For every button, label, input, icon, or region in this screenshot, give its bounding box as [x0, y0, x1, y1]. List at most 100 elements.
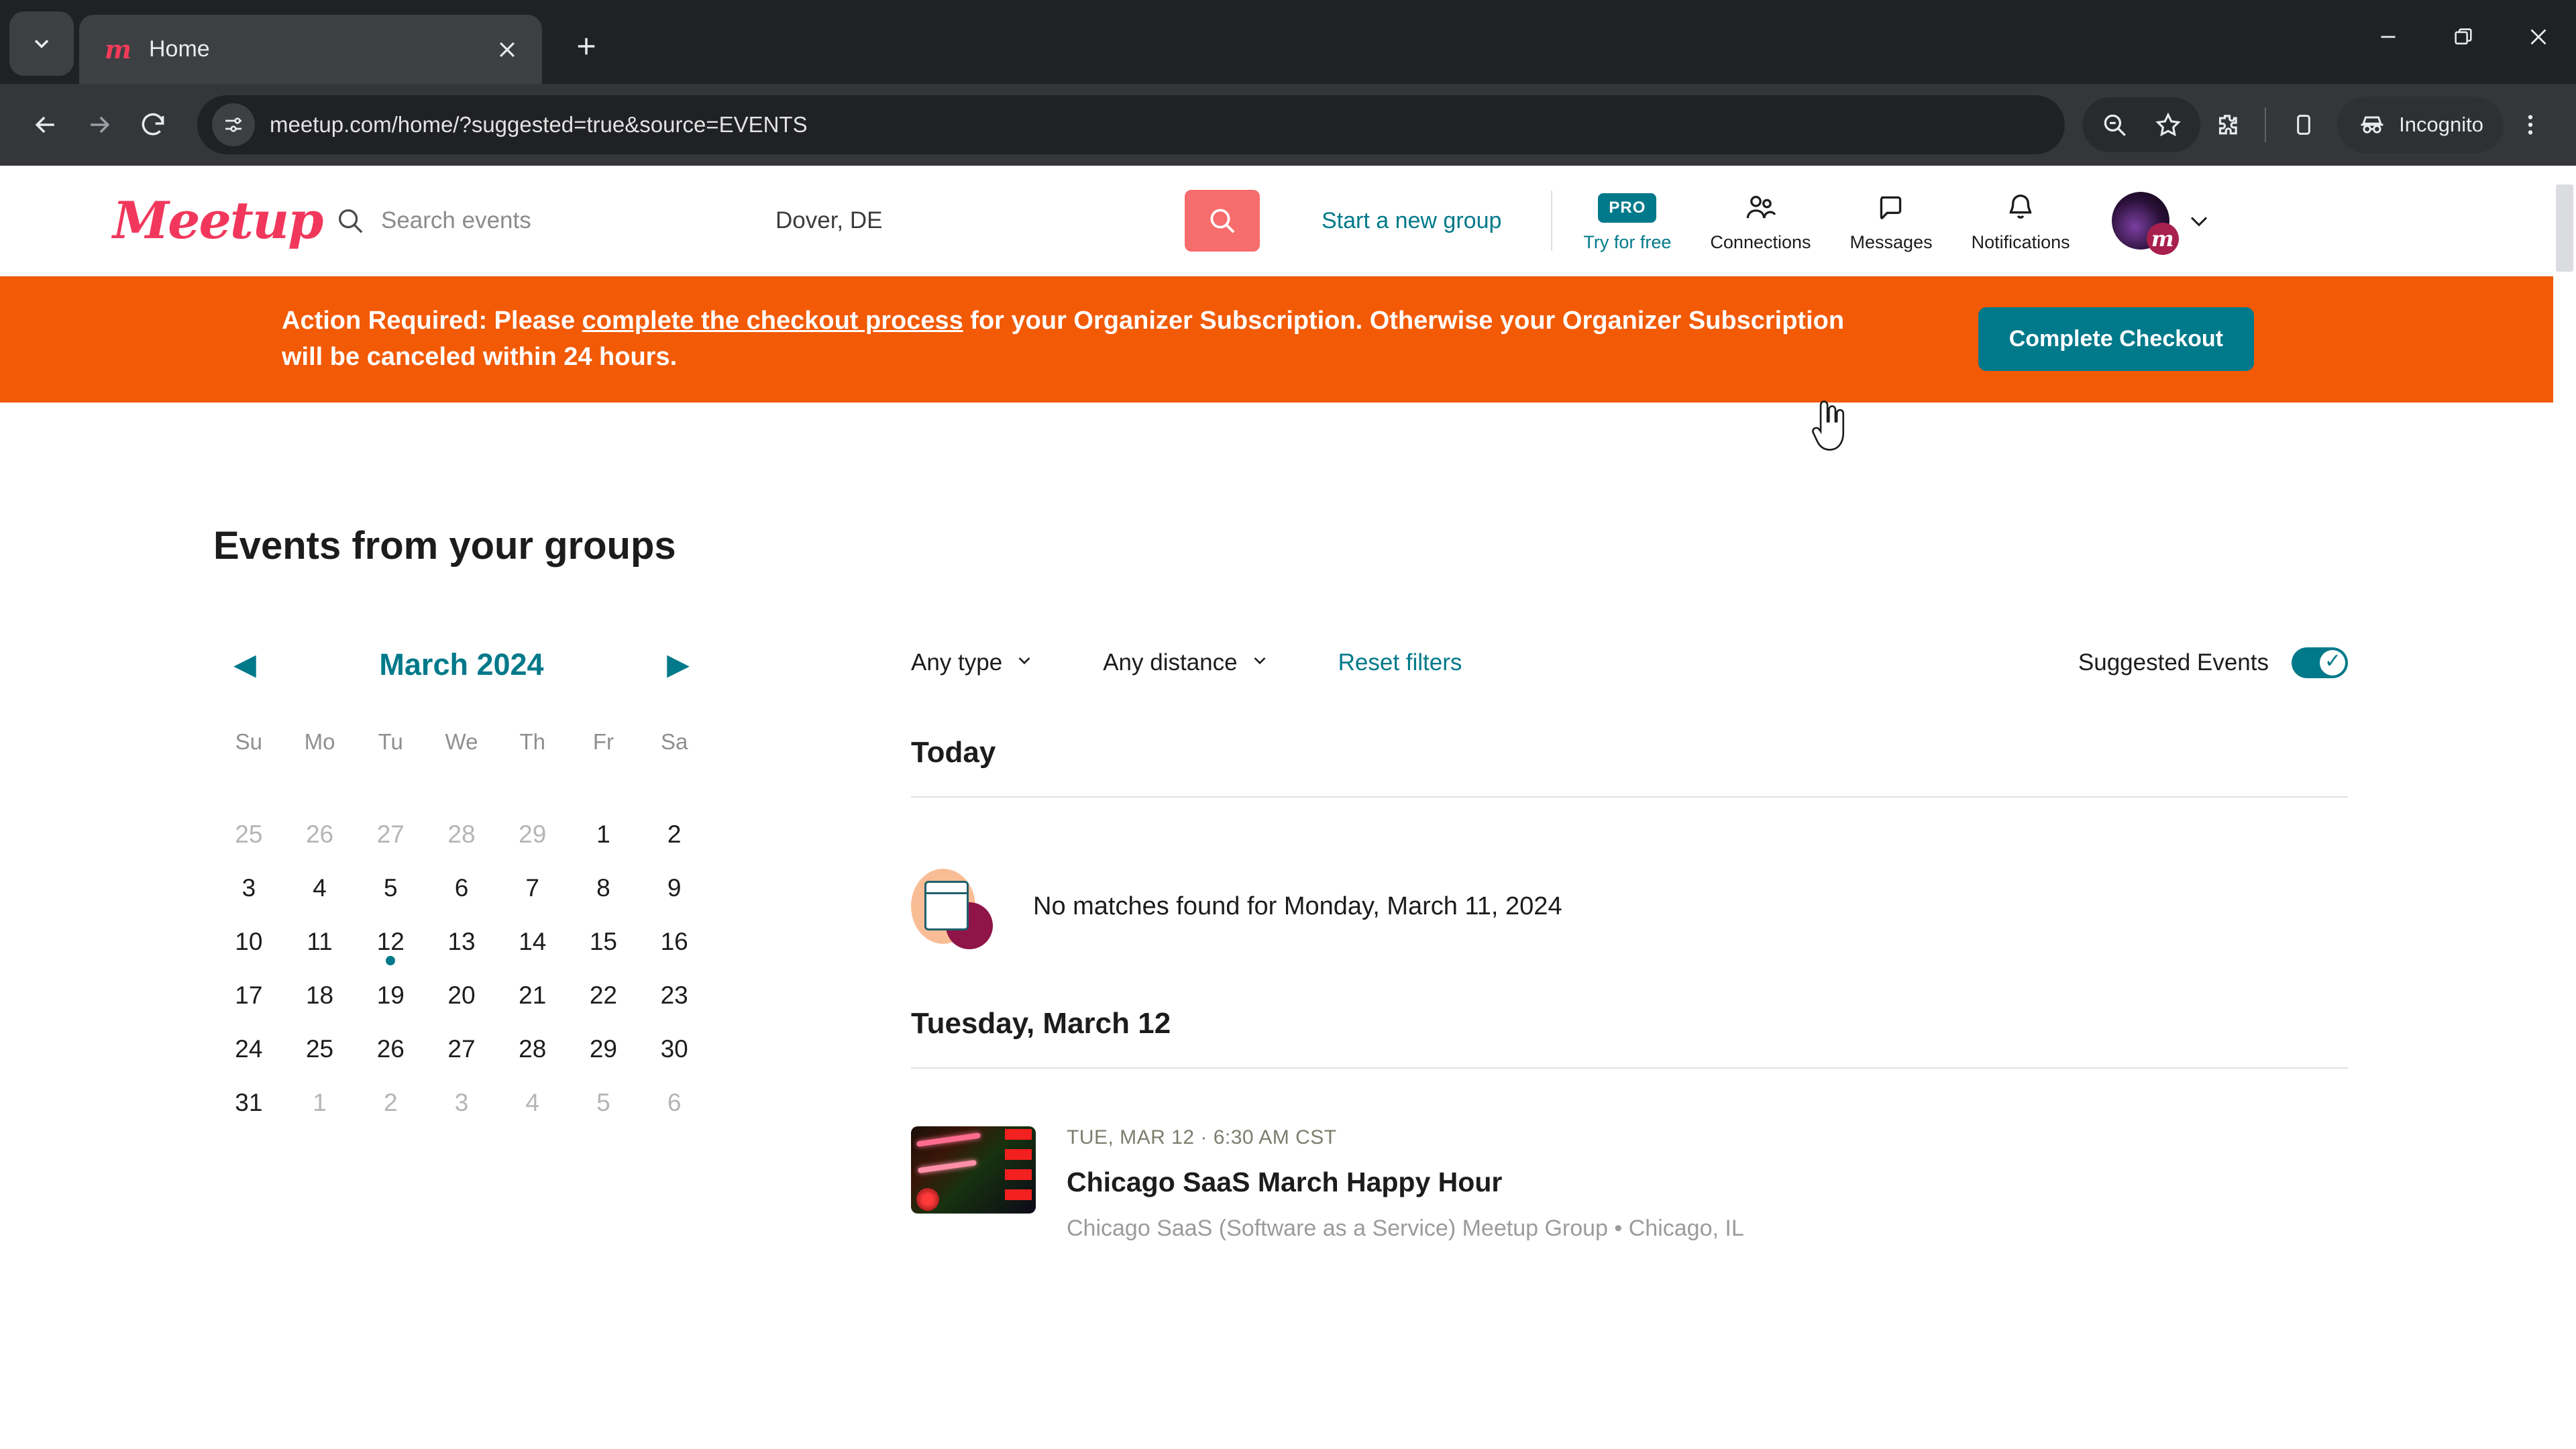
- extensions-button[interactable]: [2200, 98, 2254, 152]
- calendar-day[interactable]: 25: [213, 802, 284, 855]
- calendar-day[interactable]: 28: [426, 802, 497, 855]
- back-button[interactable]: [19, 98, 72, 152]
- bell-icon: [2004, 189, 2037, 227]
- calendar-day[interactable]: 14: [497, 909, 568, 963]
- nav-item-messages[interactable]: Messages: [1850, 189, 1933, 253]
- zoom-out-button[interactable]: [2088, 98, 2141, 152]
- account-menu[interactable]: [2111, 192, 2214, 255]
- day-title: Today: [911, 735, 996, 769]
- address-bar[interactable]: meetup.com/home/?suggested=true&source=E…: [197, 95, 2065, 154]
- calendar-day[interactable]: 22: [568, 963, 639, 1016]
- scrollbar-thumb[interactable]: [2556, 184, 2573, 272]
- calendar-dow-th: Th: [519, 729, 545, 754]
- calendar-day[interactable]: 6: [426, 855, 497, 909]
- bookmark-button[interactable]: [2141, 98, 2195, 152]
- minimize-button[interactable]: [2351, 0, 2426, 74]
- incognito-indicator[interactable]: Incognito: [2337, 97, 2504, 153]
- calendar-day[interactable]: 20: [426, 963, 497, 1016]
- calendar-day[interactable]: 19: [355, 963, 426, 1016]
- calendar-day[interactable]: 26: [284, 802, 356, 855]
- calendar-day[interactable]: 24: [213, 1016, 284, 1070]
- calendar-day[interactable]: 18: [284, 963, 356, 1016]
- calendar-day[interactable]: 16: [639, 909, 710, 963]
- window-close-button[interactable]: [2501, 0, 2576, 74]
- event-title[interactable]: Chicago SaaS March Happy Hour: [1067, 1167, 1744, 1198]
- page-scrollbar[interactable]: [2553, 166, 2576, 1449]
- calendar-day[interactable]: 1: [284, 1070, 356, 1124]
- calendar-day[interactable]: 12: [355, 909, 426, 965]
- calendar-day[interactable]: 29: [497, 802, 568, 855]
- search-submit-icon: [1210, 209, 1235, 233]
- filter-type-label: Any type: [911, 649, 1003, 676]
- reset-filters-link[interactable]: Reset filters: [1338, 649, 1462, 676]
- calendar-day[interactable]: 21: [497, 963, 568, 1016]
- new-tab-button[interactable]: [562, 22, 610, 70]
- avatar[interactable]: [2111, 192, 2179, 255]
- close-icon[interactable]: [490, 32, 525, 67]
- calendar-day[interactable]: 4: [284, 855, 356, 909]
- calendar-day[interactable]: 28: [497, 1016, 568, 1070]
- chevron-down-icon: [1014, 650, 1034, 675]
- calendar-day[interactable]: 3: [213, 855, 284, 909]
- calendar-day[interactable]: 11: [284, 909, 356, 963]
- site-settings-icon[interactable]: [212, 103, 255, 146]
- calendar-day[interactable]: 13: [426, 909, 497, 963]
- tab-search-button[interactable]: [9, 11, 74, 76]
- calendar-day[interactable]: 2: [639, 802, 710, 855]
- event-card[interactable]: TUE, MAR 12 · 6:30 AM CST Chicago SaaS M…: [911, 1126, 2348, 1242]
- calendar-day-grid: 25 26 27 28 29 1 2 3 4 5 6 7 8 9 10 11 12 13 14 15 16 17 18 19 2…: [213, 802, 710, 1124]
- nav-item-notifications[interactable]: Notifications: [1972, 189, 2070, 253]
- calendar-day[interactable]: 5: [568, 1070, 639, 1124]
- calendar-day[interactable]: 23: [639, 963, 710, 1016]
- calendar-day[interactable]: 30: [639, 1016, 710, 1070]
- calendar-day[interactable]: 27: [355, 802, 426, 855]
- calendar-day[interactable]: 1: [568, 802, 639, 855]
- side-panel-button[interactable]: [2277, 98, 2330, 152]
- calendar-day[interactable]: 6: [639, 1070, 710, 1124]
- mouse-cursor: [1812, 400, 1845, 451]
- calendar-day[interactable]: 26: [355, 1016, 426, 1070]
- filter-any-type[interactable]: Any type: [911, 649, 1034, 676]
- forward-arrow-icon: [91, 116, 110, 133]
- nav-item-connections[interactable]: Connections: [1710, 189, 1811, 253]
- maximize-button[interactable]: [2426, 0, 2501, 74]
- calendar-day[interactable]: 9: [639, 855, 710, 909]
- chevron-down-icon[interactable]: [2184, 206, 2214, 235]
- calendar-day[interactable]: 31: [213, 1070, 284, 1124]
- incognito-label: Incognito: [2399, 113, 2483, 136]
- complete-checkout-button[interactable]: Complete Checkout: [1978, 307, 2254, 372]
- prev-month-icon[interactable]: ◀: [233, 649, 256, 680]
- reload-button[interactable]: [126, 98, 180, 152]
- calendar-day[interactable]: 4: [497, 1070, 568, 1124]
- browser-menu-button[interactable]: [2504, 98, 2557, 152]
- calendar-dow-row: Su Mo Tu We Th Fr Sa: [213, 720, 710, 764]
- next-month-icon[interactable]: ▶: [667, 649, 690, 680]
- day-title: Tuesday, March 12: [911, 1006, 1171, 1040]
- calendar-day[interactable]: 29: [568, 1016, 639, 1070]
- filter-distance-label: Any distance: [1103, 649, 1238, 676]
- minimize-icon: [2381, 36, 2396, 38]
- start-a-new-group-link[interactable]: Start a new group: [1322, 208, 1501, 234]
- calendar-day[interactable]: 5: [355, 855, 426, 909]
- calendar-day[interactable]: 8: [568, 855, 639, 909]
- forward-button[interactable]: [72, 98, 126, 152]
- checkout-process-link[interactable]: complete the checkout process: [582, 307, 963, 335]
- calendar-day[interactable]: 7: [497, 855, 568, 909]
- nav-item-try-for-free[interactable]: PRO Try for free: [1583, 189, 1671, 253]
- calendar-day[interactable]: 17: [213, 963, 284, 1016]
- calendar-day[interactable]: 2: [355, 1070, 426, 1124]
- suggested-events-toggle[interactable]: ✓: [2292, 647, 2348, 678]
- meetup-logo[interactable]: Meetup: [113, 195, 323, 246]
- window-controls: [2351, 0, 2576, 74]
- maximize-icon: [2455, 28, 2472, 45]
- search-submit-button[interactable]: [1185, 190, 1260, 252]
- filter-any-distance[interactable]: Any distance: [1103, 649, 1269, 676]
- location-input[interactable]: Dover, DE: [775, 207, 1178, 234]
- calendar-day[interactable]: 25: [284, 1016, 356, 1070]
- calendar-day[interactable]: 3: [426, 1070, 497, 1124]
- browser-tab[interactable]: m Home: [79, 15, 542, 84]
- calendar-day[interactable]: 15: [568, 909, 639, 963]
- search-events-field[interactable]: Search events: [333, 203, 775, 238]
- calendar-day[interactable]: 27: [426, 1016, 497, 1070]
- calendar-day[interactable]: 10: [213, 909, 284, 963]
